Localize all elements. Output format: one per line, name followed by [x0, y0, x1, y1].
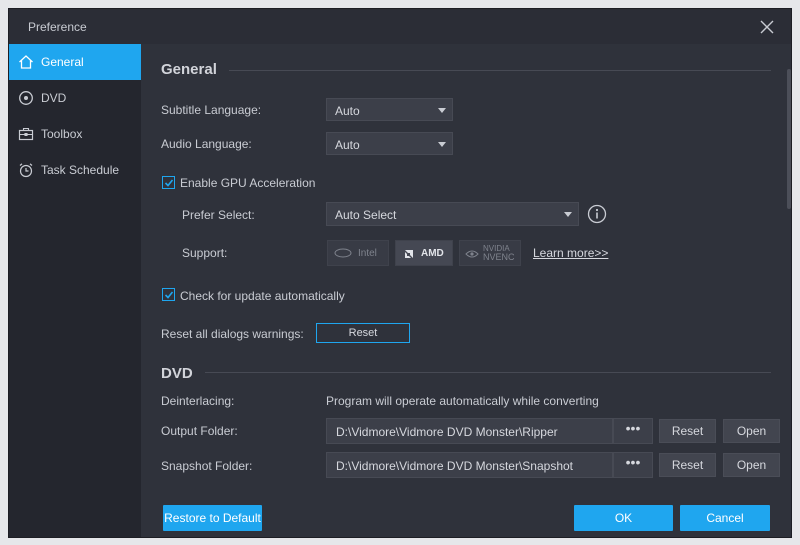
reset-dialogs-button[interactable]: Reset: [316, 323, 410, 343]
audio-language-label: Audio Language:: [161, 137, 252, 151]
chevron-down-icon: [438, 108, 446, 113]
scrollbar-thumb[interactable]: [787, 69, 791, 209]
settings-panel: General Subtitle Language: Auto Audio La…: [141, 44, 791, 537]
gpu-acceleration-label: Enable GPU Acceleration: [180, 176, 316, 190]
section-title-general: General: [161, 61, 217, 78]
chevron-down-icon: [438, 142, 446, 147]
gpu-acceleration-checkbox[interactable]: [162, 176, 175, 189]
sidebar-item-label: General: [41, 55, 84, 69]
amd-label: AMD: [421, 248, 444, 259]
subtitle-language-select[interactable]: Auto: [326, 98, 453, 121]
prefer-select-value: Auto Select: [335, 208, 397, 222]
reset-dialogs-label: Reset all dialogs warnings:: [161, 327, 304, 341]
learn-more-link[interactable]: Learn more>>: [533, 246, 608, 260]
sidebar-item-task-schedule[interactable]: Task Schedule: [9, 152, 141, 188]
info-icon[interactable]: [587, 204, 607, 224]
sidebar-item-label: Task Schedule: [41, 163, 120, 177]
sidebar-item-label: DVD: [41, 91, 67, 105]
prefer-select-dropdown[interactable]: Auto Select: [326, 202, 579, 226]
output-folder-browse-button[interactable]: •••: [613, 418, 653, 444]
sidebar-item-general[interactable]: General: [9, 44, 141, 80]
audio-language-value: Auto: [335, 138, 360, 152]
snapshot-folder-browse-button[interactable]: •••: [613, 452, 653, 478]
output-folder-reset-button[interactable]: Reset: [659, 419, 716, 443]
window-title: Preference: [28, 20, 87, 34]
sidebar: General DVD Toolbox Task Schedule: [9, 44, 141, 537]
snapshot-folder-path: D:\Vidmore\Vidmore DVD Monster\Snapshot: [336, 459, 573, 473]
sidebar-item-dvd[interactable]: DVD: [9, 80, 141, 116]
nvidia-line2: NVENC: [483, 252, 515, 262]
output-folder-path: D:\Vidmore\Vidmore DVD Monster\Ripper: [336, 425, 558, 439]
preference-window: Preference General DVD Toolbox Task Sche…: [9, 9, 791, 537]
amd-support-badge: AMD: [395, 240, 453, 266]
snapshot-folder-open-button[interactable]: Open: [723, 453, 780, 477]
scrollbar[interactable]: [787, 69, 791, 219]
section-divider: [229, 70, 771, 71]
sidebar-item-label: Toolbox: [41, 127, 83, 141]
disc-icon: [18, 90, 34, 106]
support-label: Support:: [182, 246, 228, 260]
toolbox-icon: [18, 126, 34, 142]
output-folder-label: Output Folder:: [161, 424, 238, 438]
prefer-select-label: Prefer Select:: [182, 208, 255, 222]
snapshot-folder-reset-button[interactable]: Reset: [659, 453, 716, 477]
snapshot-folder-label: Snapshot Folder:: [161, 459, 253, 473]
output-folder-open-button[interactable]: Open: [723, 419, 780, 443]
intel-label: Intel: [358, 248, 377, 259]
snapshot-folder-field[interactable]: D:\Vidmore\Vidmore DVD Monster\Snapshot: [326, 452, 613, 478]
title-bar: Preference: [9, 9, 791, 44]
home-icon: [18, 54, 34, 70]
output-folder-field[interactable]: D:\Vidmore\Vidmore DVD Monster\Ripper: [326, 418, 613, 444]
audio-language-select[interactable]: Auto: [326, 132, 453, 155]
auto-update-label: Check for update automatically: [180, 289, 345, 303]
intel-logo-icon: [334, 248, 352, 258]
intel-support-badge: Intel: [327, 240, 389, 266]
ok-button[interactable]: OK: [574, 505, 673, 531]
auto-update-checkbox[interactable]: [162, 288, 175, 301]
restore-default-button[interactable]: Restore to Default: [163, 505, 262, 531]
nvidia-support-badge: NVIDIA NVENC: [459, 240, 521, 266]
deinterlacing-label: Deinterlacing:: [161, 394, 235, 408]
cancel-button[interactable]: Cancel: [680, 505, 770, 531]
chevron-down-icon: [564, 212, 572, 217]
section-divider: [205, 372, 771, 373]
amd-logo-icon: [404, 249, 414, 259]
nvidia-logo-icon: [465, 249, 479, 259]
deinterlacing-value: Program will operate automatically while…: [326, 394, 599, 408]
section-title-dvd: DVD: [161, 365, 193, 382]
subtitle-language-label: Subtitle Language:: [161, 103, 262, 117]
sidebar-item-toolbox[interactable]: Toolbox: [9, 116, 141, 152]
close-icon[interactable]: [759, 19, 775, 35]
subtitle-language-value: Auto: [335, 104, 360, 118]
alarm-clock-icon: [18, 162, 34, 178]
